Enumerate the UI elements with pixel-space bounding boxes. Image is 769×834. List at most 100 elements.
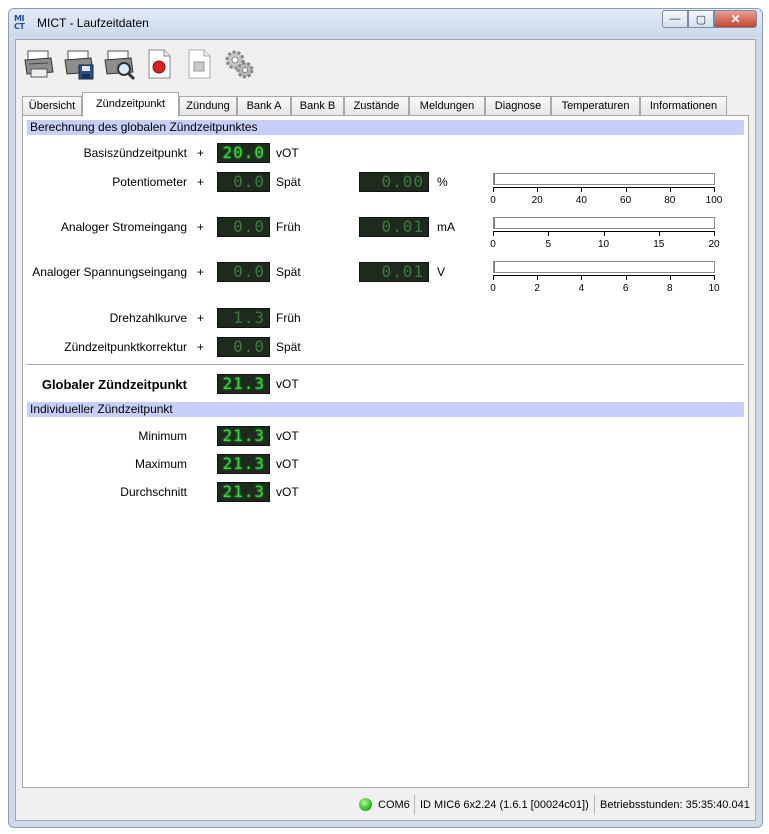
scale-tick-label: 4 [578,283,585,294]
printer-icon[interactable] [22,47,56,81]
scale-potentiometer: 0 20 40 60 80 100 [490,187,722,207]
scale-tick-label: 5 [545,239,552,250]
tab-strip: Übersicht Zündzeitpunkt Zündung Bank A B… [22,92,749,117]
raw-unit-potentiometer: % [437,175,448,189]
status-separator [414,795,415,815]
main-window: MI CT MICT - Laufzeitdaten — ▢ ✕ Übersic… [8,8,763,828]
value-analoger-stromeingang: 0.0 [217,217,270,237]
scale-tick-label: 15 [653,239,665,250]
scale-tick-label: 0 [490,283,496,294]
label-analoger-stromeingang: Analoger Stromeingang [60,220,187,234]
unit-zuendzeitpunktkorrektur: Spät [276,340,301,354]
printer-save-icon[interactable] [62,47,96,81]
scale-tick [669,275,671,280]
status-separator [594,795,595,815]
scale-tick [537,187,539,192]
label-zuendzeitpunktkorrektur: Zündzeitpunktkorrektur [64,340,187,354]
gauge-fill [494,262,496,272]
scale-tick [537,275,539,280]
label-potentiometer: Potentiometer [112,175,187,189]
value-potentiometer: 0.0 [217,172,270,192]
scale-tick [625,275,627,280]
scale-tick-label: 8 [667,283,673,294]
minimize-button[interactable]: — [662,10,688,28]
scale-tick-label: 10 [597,239,610,250]
logo-text-bottom: CT [14,22,25,31]
status-device-id: ID MIC6 6x2.24 (1.6.1 [00024c01]) [420,799,589,811]
connection-status-led-icon [359,798,372,811]
scale-tick-label: 0 [490,239,496,250]
tab-meldungen[interactable]: Meldungen [409,96,485,116]
label-minimum: Minimum [138,429,187,443]
scale-tick-label: 40 [575,195,587,206]
plus-sign: + [197,340,205,354]
print-preview-icon[interactable] [102,47,136,81]
tab-zustaende[interactable]: Zustände [344,96,409,116]
window-title: MICT - Laufzeitdaten [37,16,149,30]
record-icon[interactable] [142,47,176,81]
tab-informationen[interactable]: Informationen [640,96,727,116]
scale-tick [625,187,627,192]
label-globaler-zuendzeitpunkt: Globaler Zündzeitpunkt [41,377,187,392]
app-logo-icon: MI CT [14,15,31,31]
scale-spannungseingang: 0 2 4 6 8 10 [490,275,720,295]
settings-gears-icon[interactable] [222,47,256,81]
label-analoger-spannungseingang: Analoger Spannungseingang [32,265,187,279]
toolbar [16,40,755,88]
tab-bank-b[interactable]: Bank B [291,96,344,116]
scale-tick-label: 6 [622,283,629,294]
unit-potentiometer: Spät [276,175,301,189]
tab-zuendzeitpunkt[interactable]: Zündzeitpunkt [82,92,179,117]
status-port: COM6 [378,799,410,811]
scale-tick-label: 20 [531,195,543,206]
scale-tick [714,187,715,192]
tab-uebersicht[interactable]: Übersicht [22,96,82,116]
raw-unit-analoger-stromeingang: mA [437,220,455,234]
scale-baseline [493,275,715,276]
scale-tick-label: 20 [708,239,720,250]
tab-zuendung[interactable]: Zündung [179,96,237,116]
gauge-fill [494,174,496,184]
maximize-button[interactable]: ▢ [688,10,714,28]
scale-tick [493,231,494,236]
unit-maximum: vOT [276,457,299,471]
value-minimum: 21.3 [217,426,270,446]
document-icon[interactable] [182,47,216,81]
scale-tick-label: 2 [534,283,540,294]
scale-stromeingang: 0 5 10 15 20 [490,231,720,251]
plus-sign: + [197,175,205,189]
unit-basiszuendzeitpunkt: vOT [276,146,299,160]
section-global-heading: Berechnung des globalen Zündzeitpunktes [27,120,744,135]
tab-diagnose[interactable]: Diagnose [485,96,551,116]
unit-analoger-stromeingang: Früh [276,220,301,234]
raw-value-analoger-spannungseingang: 0.01 [359,262,429,282]
gauge-spannungseingang [493,261,715,273]
status-bar: COM6 ID MIC6 6x2.24 (1.6.1 [00024c01]) B… [16,790,755,820]
unit-drehzahlkurve: Früh [276,311,301,325]
close-button[interactable]: ✕ [714,10,757,28]
value-globaler-zuendzeitpunkt: 21.3 [217,374,270,394]
value-analoger-spannungseingang: 0.0 [217,262,270,282]
raw-unit-analoger-spannungseingang: V [437,265,446,279]
section-individual-heading: Individueller Zündzeitpunkt [27,402,744,417]
scale-tick [658,231,660,236]
plus-sign: + [197,265,205,279]
unit-durchschnitt: vOT [276,485,299,499]
gauge-potentiometer [493,173,715,185]
value-durchschnitt: 21.3 [217,482,270,502]
scale-tick-label: 100 [705,195,723,206]
tab-temperaturen[interactable]: Temperaturen [551,96,640,116]
title-bar[interactable]: MI CT MICT - Laufzeitdaten — ▢ ✕ [9,9,762,37]
value-drehzahlkurve: 1.3 [217,308,270,328]
tab-panel-zuendzeitpunkt: Berechnung des globalen Zündzeitpunktes … [22,115,749,788]
scale-tick-label: 0 [490,195,496,206]
plus-sign: + [197,220,205,234]
scale-tick-label: 60 [620,195,632,206]
plus-sign: + [197,146,205,160]
raw-value-potentiometer: 0.00 [359,172,429,192]
client-area: Übersicht Zündzeitpunkt Zündung Bank A B… [15,39,756,821]
scale-tick [669,187,671,192]
scale-tick-label: 80 [664,195,676,206]
scale-tick [714,231,715,236]
tab-bank-a[interactable]: Bank A [237,96,291,116]
